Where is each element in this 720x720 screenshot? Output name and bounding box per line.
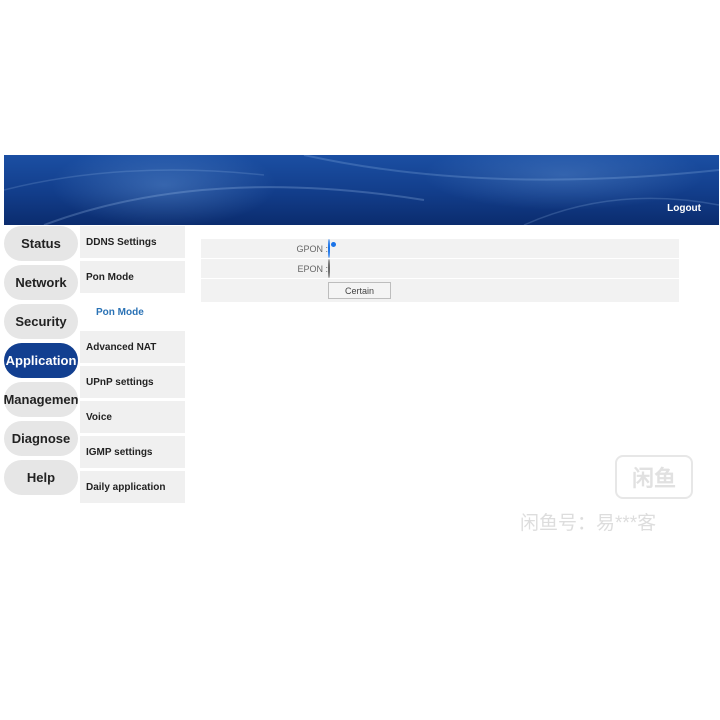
header-banner: Logout (4, 155, 719, 225)
gpon-label: GPON : (296, 243, 328, 254)
sub-nav: DDNS Settings Pon Mode Pon Mode Advanced… (80, 226, 185, 506)
subnav-voice[interactable]: Voice (80, 401, 185, 433)
subnav-igmp-settings[interactable]: IGMP settings (80, 436, 185, 468)
pon-mode-form: GPON : EPON : Certain (201, 238, 679, 302)
main-nav: Status Network Security Application Mana… (4, 226, 78, 499)
subnav-pon-mode-child[interactable]: Pon Mode (80, 296, 185, 328)
nav-network[interactable]: Network (4, 265, 78, 300)
watermark-logo: 闲鱼 (615, 455, 693, 499)
subnav-upnp-settings[interactable]: UPnP settings (80, 366, 185, 398)
epon-radio[interactable] (328, 258, 330, 278)
nav-security[interactable]: Security (4, 304, 78, 339)
epon-label: EPON : (297, 263, 328, 274)
gpon-radio[interactable] (328, 238, 330, 258)
nav-status[interactable]: Status (4, 226, 78, 261)
watermark-text: 闲鱼号：易***客 (520, 513, 657, 534)
nav-application[interactable]: Application (4, 343, 78, 378)
nav-management[interactable]: Managemen (4, 382, 78, 417)
subnav-daily-application[interactable]: Daily application (80, 471, 185, 503)
gpon-row: GPON : (201, 238, 679, 259)
logout-link[interactable]: Logout (667, 203, 701, 214)
nav-diagnose[interactable]: Diagnose (4, 421, 78, 456)
button-row: Certain (201, 279, 679, 302)
banner-decoration (4, 155, 719, 225)
epon-row: EPON : (201, 258, 679, 279)
nav-help[interactable]: Help (4, 460, 78, 495)
subnav-pon-mode[interactable]: Pon Mode (80, 261, 185, 293)
certain-button[interactable]: Certain (328, 282, 391, 299)
subnav-advanced-nat[interactable]: Advanced NAT (80, 331, 185, 363)
subnav-ddns-settings[interactable]: DDNS Settings (80, 226, 185, 258)
